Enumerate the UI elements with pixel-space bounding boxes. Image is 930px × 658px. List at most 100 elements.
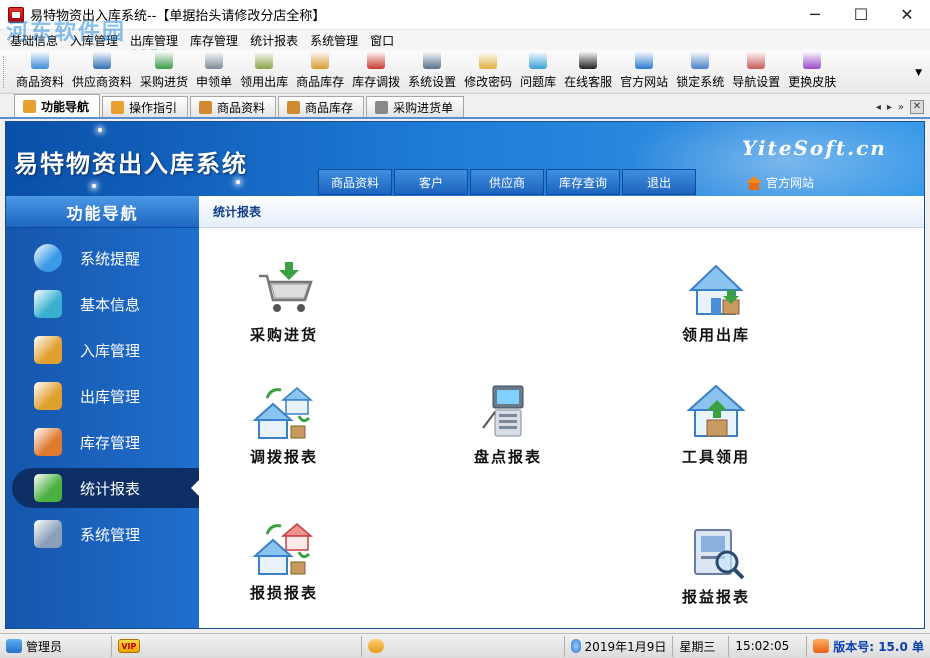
- title-bar: 易特物资出入库系统--【单据抬头请修改分店全称】 ─ ☐ ✕: [0, 0, 930, 30]
- toolbar-button-12[interactable]: 锁定系统: [672, 51, 728, 93]
- official-site-label: 官方网站: [766, 176, 815, 190]
- leftnav-item-4[interactable]: 库存管理: [6, 422, 199, 462]
- toolbar-button-label: 导航设置: [732, 75, 781, 89]
- toolbar-button-0[interactable]: 商品资料: [12, 51, 68, 93]
- topnav-supplier-button[interactable]: 供应商: [470, 169, 544, 195]
- menu-outbound[interactable]: 出库管理: [124, 32, 184, 49]
- minimize-button[interactable]: ─: [792, 0, 838, 30]
- toolbar-button-8[interactable]: 修改密码: [460, 51, 516, 93]
- apply-form-icon: [205, 51, 224, 69]
- purchase-icon: [155, 51, 174, 69]
- tile-inventory[interactable]: 盘点报表: [453, 382, 563, 467]
- users-icon: [6, 639, 22, 653]
- tab-icon: [111, 100, 125, 114]
- globe-icon: [571, 639, 581, 653]
- left-nav: 功能导航 系统提醒基本信息入库管理出库管理库存管理统计报表系统管理: [6, 196, 199, 628]
- tile-purchase[interactable]: 采购进货: [229, 260, 339, 345]
- tab-label: 功能导航: [41, 99, 90, 114]
- maximize-button[interactable]: ☐: [838, 0, 884, 30]
- toolbar-overflow-icon[interactable]: ▼: [915, 68, 922, 78]
- toolbar-button-13[interactable]: 导航设置: [728, 51, 784, 93]
- toolbar-button-7[interactable]: 系统设置: [404, 51, 460, 93]
- home-icon: [813, 639, 830, 653]
- left-nav-header: 功能导航: [6, 196, 199, 228]
- topnav-goods-button[interactable]: 商品资料: [318, 169, 392, 195]
- toolbar-button-10[interactable]: 在线客服: [560, 51, 616, 93]
- toolbar-button-11[interactable]: 官方网站: [616, 51, 672, 93]
- leftnav-item-5[interactable]: 统计报表: [12, 468, 199, 508]
- tab-next-icon[interactable]: ▸: [887, 102, 892, 113]
- leftnav-item-label: 出库管理: [80, 387, 141, 406]
- inventory-terminal-icon: [482, 385, 524, 437]
- menu-system[interactable]: 系统管理: [304, 32, 364, 49]
- topnav-stock-query-button[interactable]: 库存查询: [546, 169, 620, 195]
- status-user-label: 管理员: [26, 639, 63, 654]
- tab-1[interactable]: 操作指引: [102, 96, 189, 117]
- info-icon: [34, 244, 62, 272]
- leftnav-item-label: 入库管理: [80, 341, 141, 360]
- leftnav-item-0[interactable]: 系统提醒: [6, 238, 199, 278]
- toolbar-button-label: 商品库存: [296, 75, 345, 89]
- toolbar-button-4[interactable]: 领用出库: [236, 51, 292, 93]
- status-date: 2019年1月9日: [565, 635, 674, 657]
- leftnav-item-6[interactable]: 系统管理: [6, 514, 199, 554]
- leftnav-item-3[interactable]: 出库管理: [6, 376, 199, 416]
- tab-list-icon[interactable]: »: [898, 102, 904, 113]
- menu-inbound[interactable]: 入库管理: [64, 32, 124, 49]
- tile-transfer[interactable]: 调拨报表: [229, 382, 339, 467]
- tools-icon: [34, 520, 62, 548]
- toolbar-button-3[interactable]: 申领单: [192, 51, 236, 93]
- house-out-icon: [688, 264, 744, 315]
- toolbar-grip[interactable]: [3, 56, 6, 88]
- goods-icon: [31, 51, 49, 69]
- status-version: 版本号: 15.0 单: [807, 636, 930, 657]
- official-site-link[interactable]: 官方网站: [746, 174, 814, 191]
- leftnav-item-label: 系统提醒: [80, 249, 141, 268]
- skin-icon: [803, 51, 822, 69]
- topnav-exit-button[interactable]: 退出: [622, 169, 696, 195]
- tab-icon: [375, 100, 389, 114]
- tab-close-icon[interactable]: ✕: [910, 100, 924, 114]
- close-button[interactable]: ✕: [884, 0, 930, 30]
- toolbar-button-9[interactable]: 问题库: [516, 51, 560, 93]
- toolbar-button-2[interactable]: 采购进货: [136, 51, 192, 93]
- tab-prev-icon[interactable]: ◂: [876, 102, 881, 113]
- toolbar-button-6[interactable]: 库存调拨: [348, 51, 404, 93]
- outbound-box-icon: [34, 382, 62, 410]
- menu-window[interactable]: 窗口: [364, 32, 400, 49]
- tile-purchase-label: 采购进货: [249, 326, 318, 344]
- toolbar-button-label: 问题库: [520, 75, 557, 89]
- menu-stock[interactable]: 库存管理: [184, 32, 244, 49]
- toolbar-button-label: 官方网站: [620, 75, 669, 89]
- toolbar-button-label: 系统设置: [408, 75, 457, 89]
- leftnav-item-2[interactable]: 入库管理: [6, 330, 199, 370]
- toolbar-button-1[interactable]: 供应商资料: [68, 51, 136, 93]
- tab-2[interactable]: 商品资料: [190, 96, 277, 117]
- menu-basic-info[interactable]: 基础信息: [4, 32, 64, 49]
- leftnav-item-label: 系统管理: [80, 525, 141, 544]
- tile-tool-usage[interactable]: 工具领用: [661, 382, 771, 467]
- toolbar: 商品资料 供应商资料 采购进货 申领单 领用出库 商品库存 库存调拨 系统设置 修改密码 问题库在…: [0, 50, 930, 94]
- menu-bar: 基础信息 入库管理 出库管理 库存管理 统计报表 系统管理 窗口: [0, 30, 930, 50]
- topnav-customer-button[interactable]: 客户: [394, 169, 468, 195]
- sparkle-icon: [92, 184, 96, 188]
- leftnav-item-1[interactable]: 基本信息: [6, 284, 199, 324]
- house-transfer-icon: [252, 387, 314, 439]
- tab-0[interactable]: 功能导航: [14, 94, 101, 117]
- tile-outbound[interactable]: 领用出库: [661, 260, 771, 345]
- tab-4[interactable]: 采购进货单: [366, 96, 465, 117]
- menu-reports[interactable]: 统计报表: [244, 32, 304, 49]
- tab-bar: 功能导航 操作指引 商品资料 商品库存 采购进货单 ◂ ▸ » ✕: [0, 94, 930, 119]
- transfer-icon: [367, 51, 386, 69]
- website-icon: [635, 51, 654, 69]
- toolbar-button-14[interactable]: 更换皮肤: [784, 51, 840, 93]
- tile-transfer-label: 调拨报表: [249, 448, 318, 466]
- lock-icon: [691, 51, 710, 69]
- tile-loss-report[interactable]: 报损报表: [229, 518, 339, 603]
- tab-3[interactable]: 商品库存: [278, 96, 365, 117]
- tile-inventory-label: 盘点报表: [473, 448, 542, 466]
- toolbar-button-5[interactable]: 商品库存: [292, 51, 348, 93]
- toolbar-button-label: 修改密码: [464, 75, 513, 89]
- tile-gain-report[interactable]: 报益报表: [661, 522, 771, 607]
- report-magnifier-icon: [694, 529, 745, 580]
